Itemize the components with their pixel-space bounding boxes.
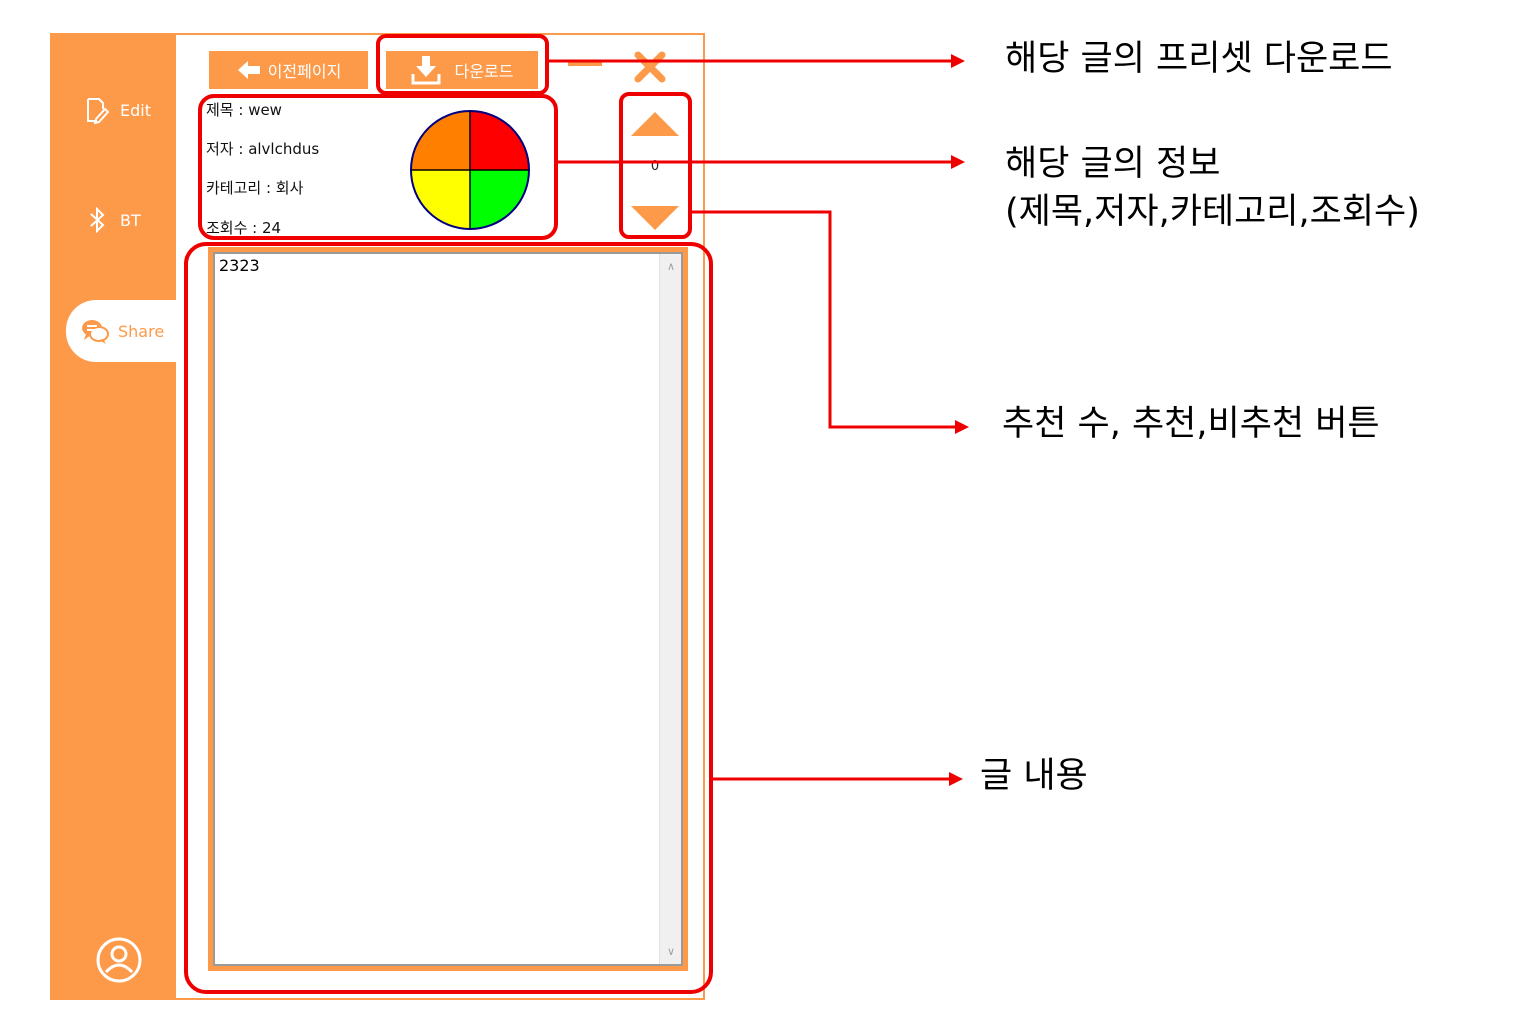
download-arrow-head (951, 54, 965, 68)
vote-arrow-head (955, 420, 969, 434)
annotation-vote: 추천 수, 추천,비추천 버튼 (1002, 404, 1380, 444)
info-arrow-head (951, 155, 965, 169)
annotation-info: 해당 글의 정보 (제목,저자,카테고리,조회수) (1005, 140, 1420, 236)
annotation-download: 해당 글의 프리셋 다운로드 (1005, 39, 1393, 79)
vote-arrow-line (692, 210, 955, 429)
annotation-info-line2: (제목,저자,카테고리,조회수) (1005, 192, 1420, 232)
annotation-content: 글 내용 (980, 756, 1088, 796)
annotation-info-line1: 해당 글의 정보 (1005, 144, 1221, 184)
content-arrow-head (949, 772, 963, 786)
